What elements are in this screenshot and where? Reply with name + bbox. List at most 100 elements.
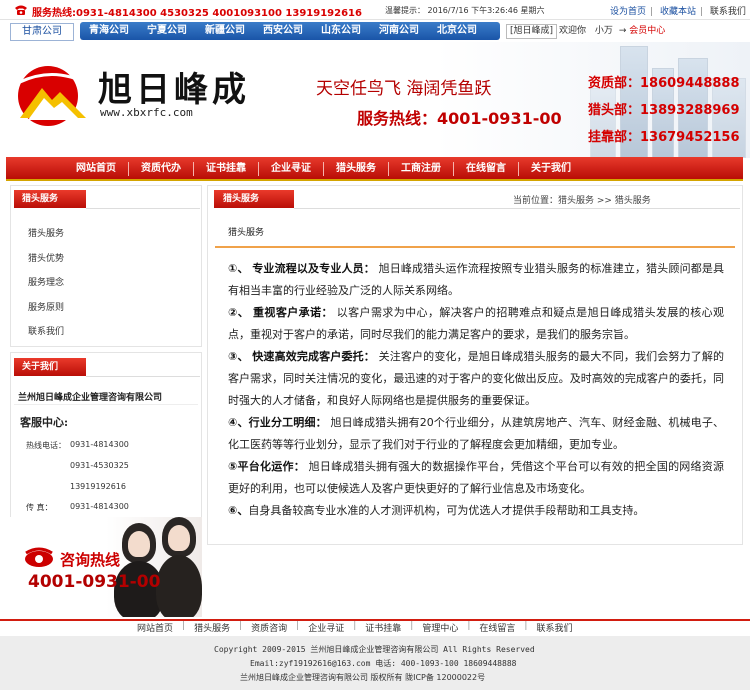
user-box: [旭日峰成] 欢迎你 小万 → 会员中心 — [506, 23, 750, 39]
side-link-headhunting[interactable]: 猎头服务 — [28, 226, 64, 239]
city-nav: 青海公司 宁夏公司 新疆公司 西安公司 山东公司 河南公司 北京公司 — [80, 22, 486, 40]
article-body: ①、 专业流程以及专业人员： 旭日峰成猎头运作流程按照专业猎头服务的标准建立，猎… — [228, 258, 724, 522]
footer-contact: Email:zyf19192616@163.com 电话: 400-1093-1… — [250, 659, 517, 668]
city-tab-xian[interactable]: 西安公司 — [254, 22, 312, 40]
top-links: 设为首页 | 收藏本站 | 联系我们 — [610, 4, 750, 17]
footer-link-message[interactable]: 在线留言 — [470, 621, 524, 634]
article-paragraph: ②、 重视客户承诺： 以客户需求为中心，解决客户的招聘难点和疑点是旭日峰成猎头发… — [228, 302, 724, 346]
nav-certificate[interactable]: 证书挂靠 — [194, 157, 258, 181]
footer-link-headhunting[interactable]: 猎头服务 — [185, 621, 239, 634]
hotline-number-1: 0931-4814300 — [70, 440, 129, 449]
nav-online-message[interactable]: 在线留言 — [454, 157, 518, 181]
para-heading: 专业流程以及专业人员： — [252, 262, 375, 275]
service-center-label: 客服中心: — [20, 416, 69, 429]
city-tab-shandong[interactable]: 山东公司 — [312, 22, 370, 40]
contact-link[interactable]: 联系我们 — [710, 7, 746, 17]
para-number: ③、 — [228, 350, 249, 363]
site-label: [旭日峰成] — [506, 24, 558, 39]
footer-link-company-search[interactable]: 企业寻证 — [299, 621, 353, 634]
services-title: 猎头服务 — [14, 190, 86, 208]
divider — [14, 404, 198, 405]
phone-icon — [15, 5, 27, 15]
about-title: 关于我们 — [14, 358, 86, 376]
side-link-contact[interactable]: 联系我们 — [28, 324, 64, 337]
copyright: Copyright 2009-2015 兰州旭日峰成企业管理咨询有限公司 All… — [214, 645, 535, 654]
person-decoration — [128, 531, 150, 557]
article-paragraph: ①、 专业流程以及专业人员： 旭日峰成猎头运作流程按照专业猎头服务的标准建立，猎… — [228, 258, 724, 302]
divider — [86, 376, 200, 377]
city-tab-ningxia[interactable]: 宁夏公司 — [138, 22, 196, 40]
para-number: ④、 — [228, 416, 249, 429]
slogan: 天空任鸟飞 海阔凭鱼跃 — [316, 79, 492, 99]
set-homepage-link[interactable]: 设为首页 — [610, 7, 646, 17]
city-tab-active[interactable]: 甘肃公司 — [10, 23, 74, 41]
person-decoration — [168, 525, 190, 551]
footer-link-certificate[interactable]: 证书挂靠 — [356, 621, 410, 634]
date-tip: 温馨提示： 2016/7/16 下午3:26:46 星期六 — [385, 6, 545, 15]
hotline-number-3: 13919192616 — [70, 482, 126, 491]
side-link-philosophy[interactable]: 服务理念 — [28, 275, 64, 288]
user-name: 小万 — [594, 26, 613, 36]
side-link-principles[interactable]: 服务原则 — [28, 300, 64, 313]
bookmark-link[interactable]: 收藏本站 — [660, 7, 696, 17]
divider: | — [699, 7, 703, 17]
arrow-icon: → — [618, 26, 627, 36]
article-paragraph: ⑤平台化运作： 旭日峰成猎头拥有强大的数据操作平台，凭借这个平台可以有效的把全国… — [228, 456, 724, 500]
para-heading: 行业分工明细： — [248, 416, 327, 429]
para-number: ②、 — [228, 306, 250, 319]
nav-home[interactable]: 网站首页 — [64, 157, 128, 181]
telephone-icon — [25, 547, 53, 567]
para-heading: 平台化运作： — [237, 460, 305, 473]
city-tab-qinghai[interactable]: 青海公司 — [80, 22, 138, 40]
fax-label: 传 真： — [26, 503, 53, 512]
top-hotline: 服务热线:0931-4814300 4530325 4001093100 139… — [32, 8, 362, 19]
para-text: 自身具备较高专业水准的人才测评机构，可为优选人才提供手段帮助和工具支持。 — [248, 504, 645, 517]
para-number: ①、 — [228, 262, 249, 275]
logo-url: www.xbxrfc.com — [100, 106, 193, 119]
footer-nav: 网站首页 | 猎头服务 | 资质咨询 | 企业寻证 | 证书挂靠 | 管理中心 | 在线留言… — [128, 621, 581, 634]
footer-link-admin[interactable]: 管理中心 — [413, 621, 467, 634]
welcome-text: 欢迎你 — [559, 26, 587, 36]
city-tab-henan[interactable]: 河南公司 — [370, 22, 428, 40]
sunrise-logo-icon — [18, 66, 89, 126]
footer-link-qualification[interactable]: 资质咨询 — [242, 621, 296, 634]
nav-headhunting[interactable]: 猎头服务 — [324, 157, 388, 181]
qualification-phone: 资质部：18609448888 — [588, 76, 740, 91]
breadcrumb: 当前位置：猎头服务 >> 猎头服务 — [513, 196, 651, 206]
headhunting-phone: 猎头部：13893288969 — [588, 103, 740, 118]
content-title: 猎头服务 — [214, 190, 294, 208]
footer-link-contact[interactable]: 联系我们 — [527, 621, 581, 634]
hotline-number-2: 0931-4530325 — [70, 461, 129, 470]
city-tab-beijing[interactable]: 北京公司 — [428, 22, 486, 40]
article-paragraph: ④、行业分工明细： 旭日峰成猎头拥有20个行业细分，从建筑房地产、汽车、财经金融… — [228, 412, 724, 456]
divider — [294, 208, 740, 209]
divider — [86, 208, 200, 209]
para-number: ⑥、 — [228, 504, 249, 517]
para-number: ⑤ — [228, 460, 238, 473]
main-nav: 网站首页 资质代办 证书挂靠 企业寻证 猎头服务 工商注册 在线留言 关于我们 — [64, 157, 583, 181]
article-paragraph: ③、 快速高效完成客户委托： 关注客户的变化，是旭日峰成猎头服务的最大不同，我们… — [228, 346, 724, 412]
company-name: 兰州旭日峰成企业管理咨询有限公司 — [18, 393, 163, 403]
person-decoration — [156, 555, 202, 617]
affiliation-phone: 挂靠部：13679452156 — [588, 130, 740, 145]
footer-link-home[interactable]: 网站首页 — [128, 621, 182, 634]
header-hotline: 服务热线：4001-0931-00 — [357, 109, 562, 128]
article-paragraph: ⑥、自身具备较高专业水准的人才测评机构，可为优选人才提供手段帮助和工具支持。 — [228, 500, 724, 522]
content-subheader — [215, 218, 735, 248]
consult-hotline-number: 4001-0931-00 — [28, 572, 161, 592]
content-sub-label: 猎头服务 — [228, 228, 265, 238]
city-tab-xinjiang[interactable]: 新疆公司 — [196, 22, 254, 40]
para-heading: 快速高效完成客户委托： — [252, 350, 375, 363]
nav-about-us[interactable]: 关于我们 — [519, 157, 583, 181]
side-link-advantages[interactable]: 猎头优势 — [28, 251, 64, 264]
nav-company-search[interactable]: 企业寻证 — [259, 157, 323, 181]
department-phones: 资质部：18609448888 猎头部：13893288969 挂靠部：1367… — [588, 70, 740, 151]
nav-qualification[interactable]: 资质代办 — [129, 157, 193, 181]
icp-record: 兰州旭日峰成企业管理咨询有限公司 版权所有 陇ICP备 12000022号 — [240, 673, 486, 682]
hotline-label: 热线电话： — [26, 441, 66, 450]
fax-number: 0931-4814300 — [70, 502, 129, 511]
nav-business-registration[interactable]: 工商注册 — [389, 157, 453, 181]
para-heading: 重视客户承诺： — [253, 306, 333, 319]
divider: | — [650, 7, 654, 17]
member-center-link[interactable]: 会员中心 — [629, 26, 665, 36]
